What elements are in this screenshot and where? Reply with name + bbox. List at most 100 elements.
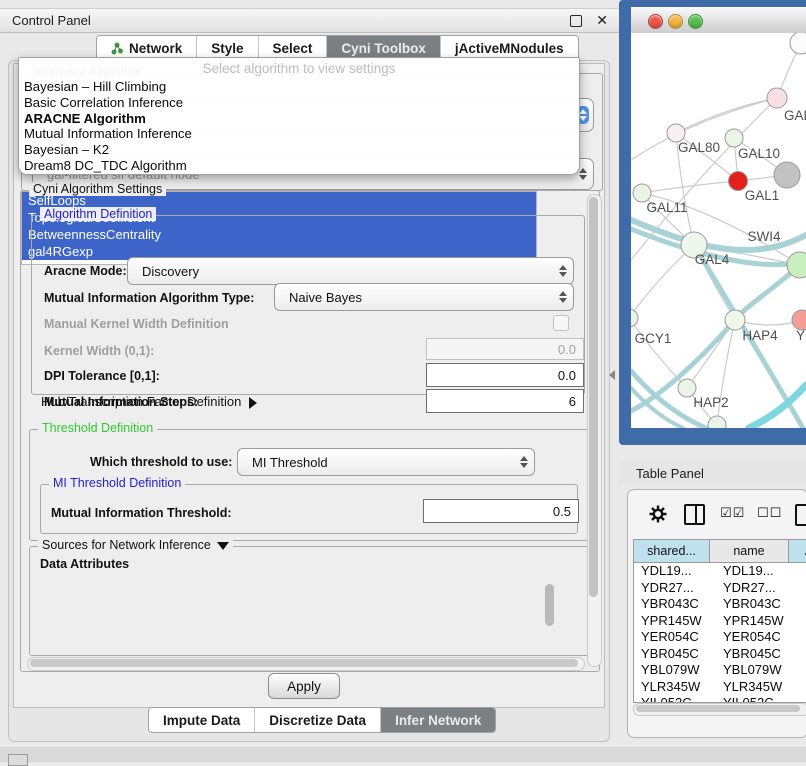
gear-icon[interactable] bbox=[648, 504, 668, 524]
dpi-tolerance-label: DPI Tolerance [0,1]: bbox=[44, 369, 160, 383]
mi-threshold-label: Mutual Information Threshold: bbox=[51, 506, 232, 520]
column-header-shared[interactable]: shared... bbox=[634, 540, 710, 563]
algorithm-definition-legend: Algorithm Definition bbox=[40, 207, 156, 221]
status-strip bbox=[0, 747, 806, 762]
tab-label: jActiveMNodules bbox=[455, 41, 564, 56]
combo-stepper-icon bbox=[579, 168, 587, 180]
column-header-a[interactable]: A bbox=[789, 540, 806, 563]
table-row[interactable]: YBR043CYBR043C bbox=[634, 596, 806, 613]
kernel-width-input[interactable]: 0.0 bbox=[426, 338, 584, 360]
svg-text:GCY1: GCY1 bbox=[635, 331, 672, 346]
aracne-mode-combo[interactable]: Discovery bbox=[127, 257, 574, 285]
table-cell: YDL19... bbox=[716, 563, 801, 580]
table-row[interactable]: YBL079WYBL079W bbox=[634, 662, 806, 679]
sources-legend[interactable]: Sources for Network Inference bbox=[38, 538, 233, 552]
algorithm-dropdown-placeholder: Select algorithm to view settings bbox=[19, 58, 579, 79]
mi-threshold-value: 0.5 bbox=[553, 504, 571, 519]
table-cell: YLR345W bbox=[634, 679, 716, 696]
network-window: GALGAL80GAL10GAL1GAL11GAL4SWI4GCY1HAP4YH… bbox=[631, 7, 806, 428]
svg-text:GAL4: GAL4 bbox=[695, 252, 730, 267]
table-cell: YER054C bbox=[634, 629, 716, 646]
collapsed-arrow-icon bbox=[249, 397, 257, 409]
tab-impute-data[interactable]: Impute Data bbox=[149, 708, 255, 732]
algorithm-option[interactable]: Dream8 DC_TDC Algorithm bbox=[19, 158, 579, 174]
cyni-settings-legend: Cyni Algorithm Settings bbox=[29, 182, 166, 196]
network-window-titlebar[interactable] bbox=[631, 7, 806, 34]
table-cell: YIL052C bbox=[634, 695, 716, 703]
node-table[interactable]: shared...nameA YDL19...YDL19...13YDR27..… bbox=[633, 539, 806, 703]
table-cell: 12 bbox=[801, 580, 806, 597]
tab-infer-network[interactable]: Infer Network bbox=[381, 708, 495, 732]
table-row[interactable]: YER054CYER054C8. bbox=[634, 629, 806, 646]
svg-text:HAP2: HAP2 bbox=[693, 395, 728, 410]
which-threshold-label: Which threshold to use: bbox=[90, 455, 232, 469]
column-header-name[interactable]: name bbox=[710, 540, 789, 563]
unchecked-boxes-icon[interactable]: ☐☐ bbox=[757, 505, 782, 521]
mac-minimize-icon[interactable] bbox=[668, 14, 683, 29]
mi-type-combo[interactable]: Naive Bayes bbox=[274, 283, 574, 311]
tab-label: Select bbox=[273, 41, 313, 56]
algorithm-option[interactable]: Bayesian – Hill Climbing bbox=[19, 79, 579, 95]
svg-text:GAL11: GAL11 bbox=[646, 200, 687, 215]
document-icon[interactable] bbox=[795, 504, 806, 526]
mac-close-icon[interactable] bbox=[648, 14, 663, 29]
table-cell: YPR145W bbox=[634, 613, 716, 630]
control-panel-title: Control Panel bbox=[12, 13, 91, 28]
mi-threshold-input[interactable]: 0.5 bbox=[423, 499, 579, 523]
table-row[interactable]: YDR27...YDR27...12 bbox=[634, 580, 806, 597]
tab-label: Infer Network bbox=[395, 713, 481, 728]
tab-label: Style bbox=[211, 41, 243, 56]
control-panel-titlebar: Control Panel ✕ bbox=[0, 8, 620, 33]
hub-definition-toggle[interactable]: Hub/Transcription Factor Definition bbox=[41, 394, 257, 409]
splitter-handle-icon[interactable] bbox=[609, 370, 615, 380]
svg-text:HAP4: HAP4 bbox=[742, 328, 778, 343]
threshold-definition-legend: Threshold Definition bbox=[38, 421, 157, 435]
float-icon[interactable] bbox=[570, 15, 582, 27]
mi-threshold-legend: MI Threshold Definition bbox=[49, 476, 185, 490]
attribute-list-scrollbar[interactable] bbox=[545, 584, 554, 626]
table-cell: 9 bbox=[801, 695, 806, 703]
algorithm-option[interactable]: Mutual Information Inference bbox=[19, 126, 579, 142]
algorithm-option[interactable]: Bayesian – K2 bbox=[19, 142, 579, 158]
settings-horizontal-scrollbar[interactable] bbox=[27, 657, 585, 671]
svg-text:GAL80: GAL80 bbox=[678, 140, 720, 155]
algorithm-option[interactable]: Basic Correlation Inference bbox=[19, 95, 579, 111]
checked-boxes-icon[interactable]: ☑☑ bbox=[720, 505, 745, 521]
algorithm-definition-group: Algorithm Definition Aracne Mode: Discov… bbox=[31, 215, 585, 395]
tab-discretize-data[interactable]: Discretize Data bbox=[255, 708, 381, 732]
table-cell: 13 bbox=[801, 563, 806, 580]
sources-group: Sources for Network Inference Data Attri… bbox=[29, 546, 591, 656]
table-cell: 9. bbox=[801, 646, 806, 663]
mi-steps-input[interactable]: 6 bbox=[426, 389, 584, 413]
table-cell bbox=[801, 662, 806, 679]
mac-zoom-icon[interactable] bbox=[688, 14, 703, 29]
network-graph[interactable]: GALGAL80GAL10GAL1GAL11GAL4SWI4GCY1HAP4YH… bbox=[631, 33, 806, 428]
algorithm-option[interactable]: ARACNE Algorithm bbox=[19, 111, 579, 127]
svg-text:GAL10: GAL10 bbox=[738, 146, 780, 161]
table-cell: YBL079W bbox=[716, 662, 801, 679]
tab-label: Cyni Toolbox bbox=[341, 41, 426, 56]
collapsed-panel-button[interactable] bbox=[8, 754, 28, 766]
table-cell: 9. bbox=[801, 679, 806, 696]
table-row[interactable]: YBR045CYBR045C9. bbox=[634, 646, 806, 663]
apply-button[interactable]: Apply bbox=[268, 673, 340, 699]
manual-kernel-checkbox[interactable] bbox=[553, 315, 569, 331]
algorithm-dropdown-list: Select algorithm to view settings Bayesi… bbox=[18, 57, 580, 175]
table-horizontal-scrollbar[interactable] bbox=[633, 703, 806, 716]
hub-definition-label: Hub/Transcription Factor Definition bbox=[41, 394, 241, 409]
close-icon[interactable]: ✕ bbox=[596, 12, 608, 29]
table-cell: 9. bbox=[801, 613, 806, 630]
table-cell: YBR045C bbox=[716, 646, 801, 663]
table-cell: YBR045C bbox=[634, 646, 716, 663]
table-row[interactable]: YDL19...YDL19...13 bbox=[634, 563, 806, 580]
dpi-tolerance-input[interactable]: 0.0 bbox=[426, 363, 584, 387]
which-threshold-combo[interactable]: MI Threshold bbox=[237, 448, 535, 476]
settings-vertical-scrollbar[interactable] bbox=[587, 194, 602, 667]
table-row[interactable]: YLR345WYLR345W9. bbox=[634, 679, 806, 696]
network-canvas[interactable]: GALGAL80GAL10GAL1GAL11GAL4SWI4GCY1HAP4YH… bbox=[631, 33, 806, 428]
split-columns-icon[interactable] bbox=[684, 504, 705, 525]
table-row[interactable]: YIL052CYIL052C9 bbox=[634, 695, 806, 703]
cyni-bottom-tabs: Impute DataDiscretize Data Infer Network bbox=[148, 707, 496, 733]
mi-threshold-group: MI Threshold Definition Mutual Informati… bbox=[40, 484, 578, 534]
table-row[interactable]: YPR145WYPR145W9. bbox=[634, 613, 806, 630]
